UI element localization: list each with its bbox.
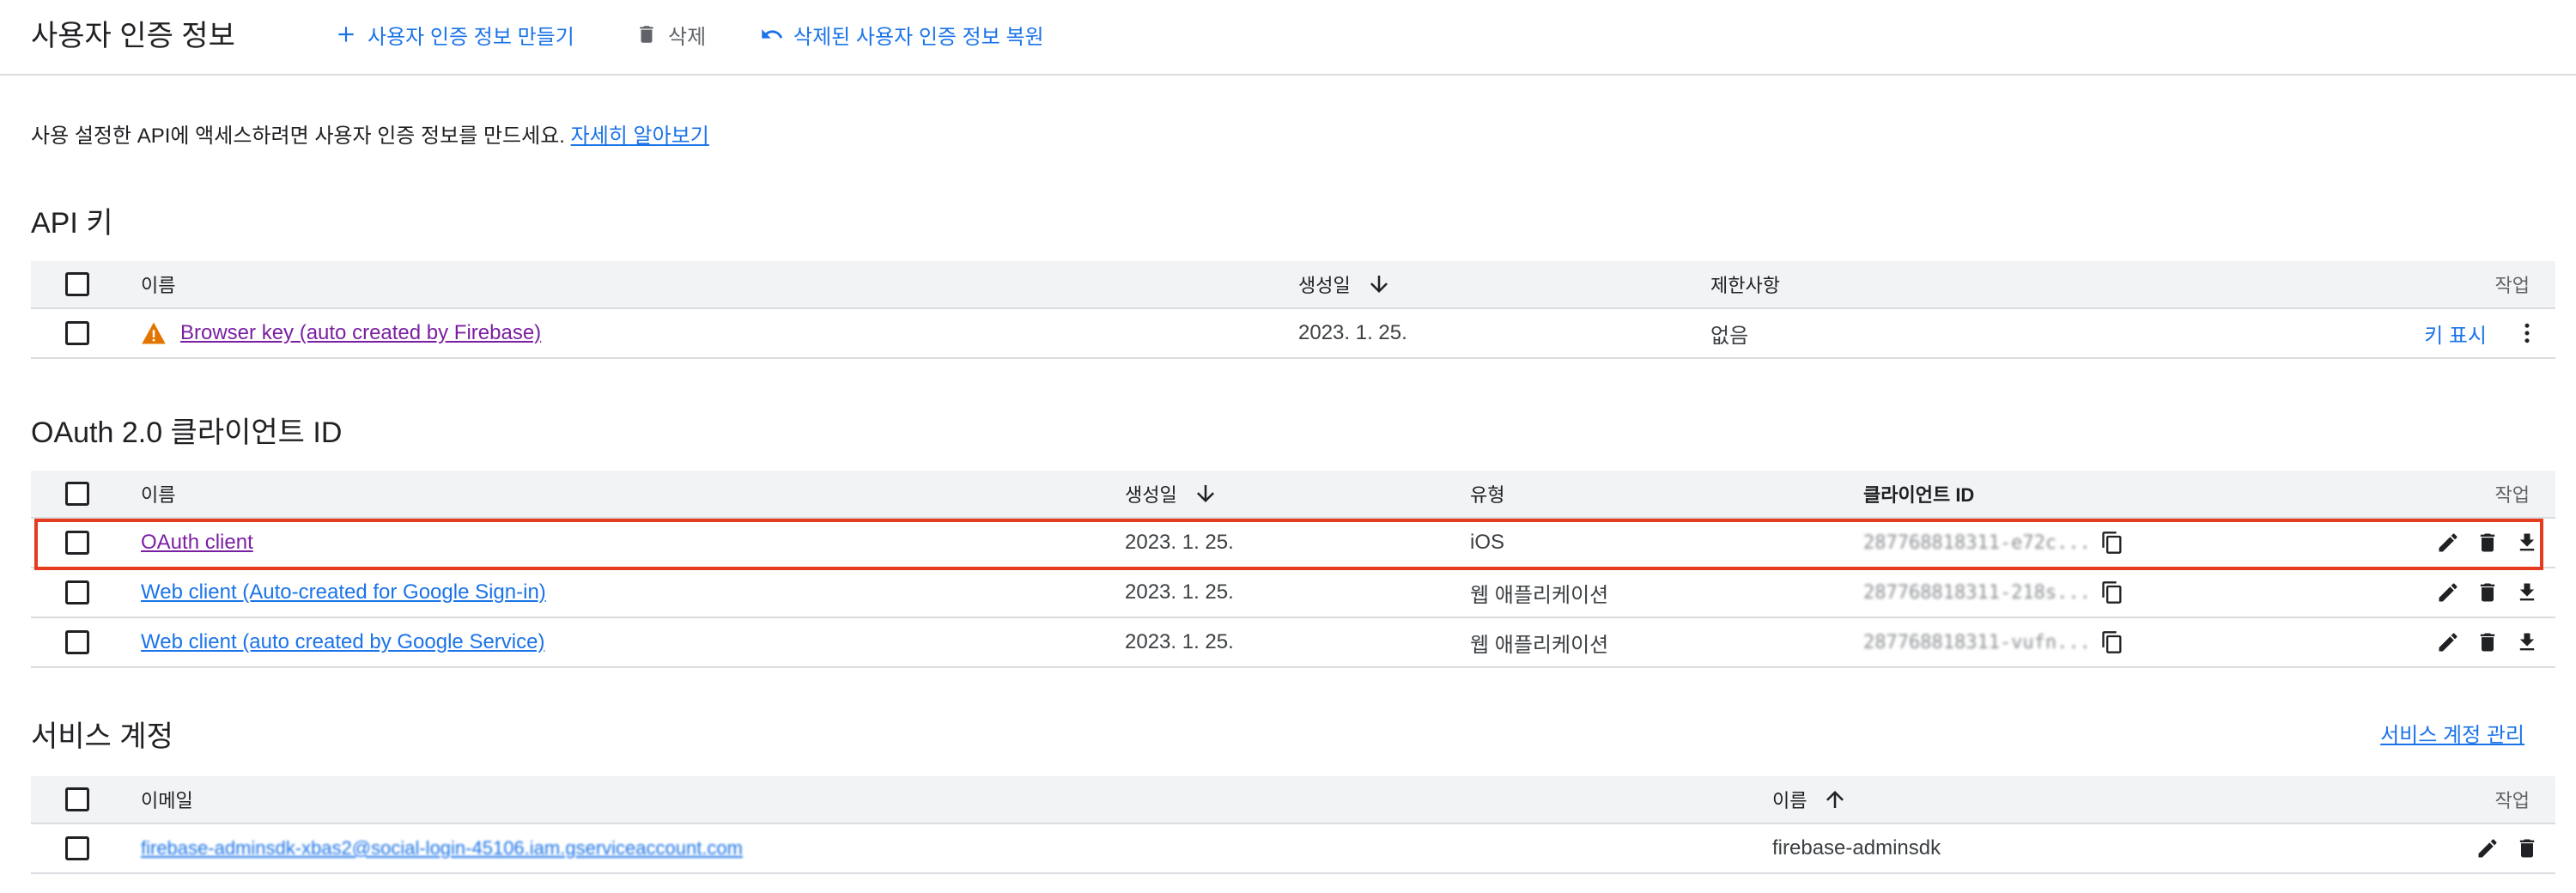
table-row: OAuth client 2023. 1. 25. iOS 2877688183… [31,519,2555,568]
created-date: 2023. 1. 25. [1125,531,1234,554]
edit-icon[interactable] [2432,576,2464,609]
oauth-client-name-link[interactable]: OAuth client [141,531,253,555]
table-header: 이름 생성일 유형 클라이언트 ID 작업 [31,471,2555,519]
select-all-checkbox[interactable] [65,272,89,296]
column-name-label: 이름 [1772,790,1807,811]
credentials-page: 사용자 인증 정보 사용자 인증 정보 만들기 삭제 삭제된 사용자 인증 정보… [0,0,2576,893]
column-actions: 작업 [2494,790,2530,811]
plus-icon [333,21,359,47]
row-checkbox[interactable] [65,531,89,555]
trash-icon[interactable] [2471,576,2504,609]
delete-button[interactable]: 삭제 [634,17,706,52]
restore-deleted-button[interactable]: 삭제된 사용자 인증 정보 복원 [759,17,1044,52]
column-restrictions: 제한사항 [1710,275,1780,296]
api-keys-title: API 키 [31,207,113,240]
column-created-label: 생성일 [1125,484,1177,506]
created-date: 2023. 1. 25. [1125,580,1234,604]
create-credentials-button[interactable]: 사용자 인증 정보 만들기 [333,17,574,52]
copy-icon[interactable] [2096,526,2129,559]
table-row: firebase-adminsdk-xbas2@social-login-451… [31,824,2555,874]
download-icon[interactable] [2511,576,2543,609]
created-date: 2023. 1. 25. [1298,321,1407,344]
service-account-email-link[interactable]: firebase-adminsdk-xbas2@social-login-451… [141,837,743,860]
row-checkbox[interactable] [65,580,89,604]
client-type: iOS [1470,531,1505,554]
delete-label: 삭제 [668,25,707,49]
page-title: 사용자 인증 정보 [31,20,235,52]
client-id-value: 287768818311-218s... [1863,581,2091,604]
client-id-value: 287768818311-e72c... [1863,532,2091,554]
column-name: 이름 [141,275,176,296]
column-type: 유형 [1470,484,1505,506]
column-client-id: 클라이언트 ID [1863,484,1975,506]
trash-icon[interactable] [2471,526,2504,559]
oauth-client-name-link[interactable]: Web client (Auto-created for Google Sign… [141,580,546,604]
intro-description: 사용 설정한 API에 액세스하려면 사용자 인증 정보를 만드세요. [31,125,565,148]
table-header: 이름 생성일 제한사항 작업 [31,261,2555,309]
table-header: 이메일 이름 작업 [31,776,2555,824]
column-name: 이름 [141,484,176,506]
arrow-down-icon [1193,481,1218,507]
restore-deleted-label: 삭제된 사용자 인증 정보 복원 [793,25,1044,49]
trash-icon[interactable] [2511,832,2543,865]
column-email: 이메일 [141,790,193,811]
select-all-checkbox[interactable] [65,787,89,811]
oauth-client-name-link[interactable]: Web client (auto created by Google Servi… [141,630,544,654]
service-account-name: firebase-adminsdk [1772,836,1941,860]
column-created-label: 생성일 [1298,275,1351,296]
row-checkbox[interactable] [65,836,89,860]
manage-service-accounts-link[interactable]: 서비스 계정 관리 [2380,718,2524,748]
column-actions: 작업 [2494,275,2530,296]
api-keys-table: 이름 생성일 제한사항 작업 Browser key (auto created… [31,261,2555,359]
select-all-checkbox[interactable] [65,482,89,506]
client-type: 웹 애플리케이션 [1470,633,1609,657]
show-key-button[interactable]: 키 표시 [2424,319,2487,349]
edit-icon[interactable] [2432,526,2464,559]
table-row: Web client (Auto-created for Google Sign… [31,568,2555,618]
client-id-value: 287768818311-vufn... [1863,631,2091,653]
restrictions-value: 없음 [1710,324,1749,348]
warning-icon [141,321,167,345]
arrow-down-icon [1366,271,1392,297]
api-key-name-link[interactable]: Browser key (auto created by Firebase) [180,321,541,345]
column-actions: 작업 [2494,484,2530,506]
create-credentials-label: 사용자 인증 정보 만들기 [368,25,574,49]
table-row: Browser key (auto created by Firebase) 2… [31,309,2555,359]
edit-icon[interactable] [2432,626,2464,659]
download-icon[interactable] [2511,526,2543,559]
table-row: Web client (auto created by Google Servi… [31,618,2555,668]
copy-icon[interactable] [2096,576,2129,609]
column-created[interactable]: 생성일 [1298,261,1392,307]
learn-more-link[interactable]: 자세히 알아보기 [571,125,709,148]
download-icon[interactable] [2511,626,2543,659]
service-accounts-table: 이메일 이름 작업 firebase-adminsdk-xbas2@social… [31,776,2555,874]
intro-text: 사용 설정한 API에 액세스하려면 사용자 인증 정보를 만드세요. 자세히 … [31,118,709,149]
client-type: 웹 애플리케이션 [1470,583,1609,607]
row-checkbox[interactable] [65,630,89,654]
arrow-up-icon [1822,787,1848,812]
column-created[interactable]: 생성일 [1125,471,1218,517]
trash-icon[interactable] [2471,626,2504,659]
oauth-title: OAuth 2.0 클라이언트 ID [31,416,343,449]
edit-icon[interactable] [2471,832,2504,865]
page-header: 사용자 인증 정보 사용자 인증 정보 만들기 삭제 삭제된 사용자 인증 정보… [0,0,2576,76]
more-vert-icon[interactable] [2511,317,2543,349]
trash-icon [634,21,659,47]
column-name[interactable]: 이름 [1772,776,1848,823]
service-accounts-title: 서비스 계정 [31,720,173,753]
copy-icon[interactable] [2096,626,2129,659]
row-checkbox[interactable] [65,321,89,345]
oauth-table: 이름 생성일 유형 클라이언트 ID 작업 OAuth client 2023.… [31,471,2555,668]
undo-icon [759,21,785,47]
created-date: 2023. 1. 25. [1125,630,1234,653]
